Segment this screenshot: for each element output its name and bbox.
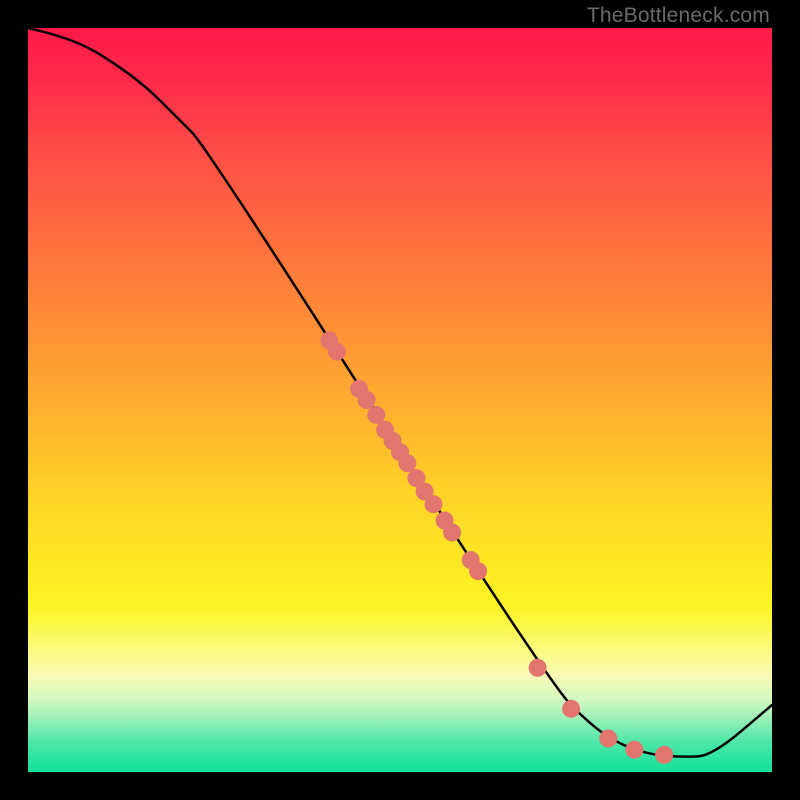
data-point [655, 746, 673, 764]
data-point [443, 523, 461, 541]
data-point [625, 741, 643, 759]
chart-overlay [28, 28, 772, 772]
data-point [358, 391, 376, 409]
data-point [599, 730, 617, 748]
data-point [425, 495, 443, 513]
data-point [529, 659, 547, 677]
data-point [398, 454, 416, 472]
scatter-points [320, 332, 673, 764]
data-point [328, 343, 346, 361]
watermark-text: TheBottleneck.com [587, 4, 770, 28]
chart-frame: TheBottleneck.com [0, 0, 800, 800]
data-point [562, 700, 580, 718]
bottleneck-curve [28, 28, 772, 757]
data-point [469, 562, 487, 580]
